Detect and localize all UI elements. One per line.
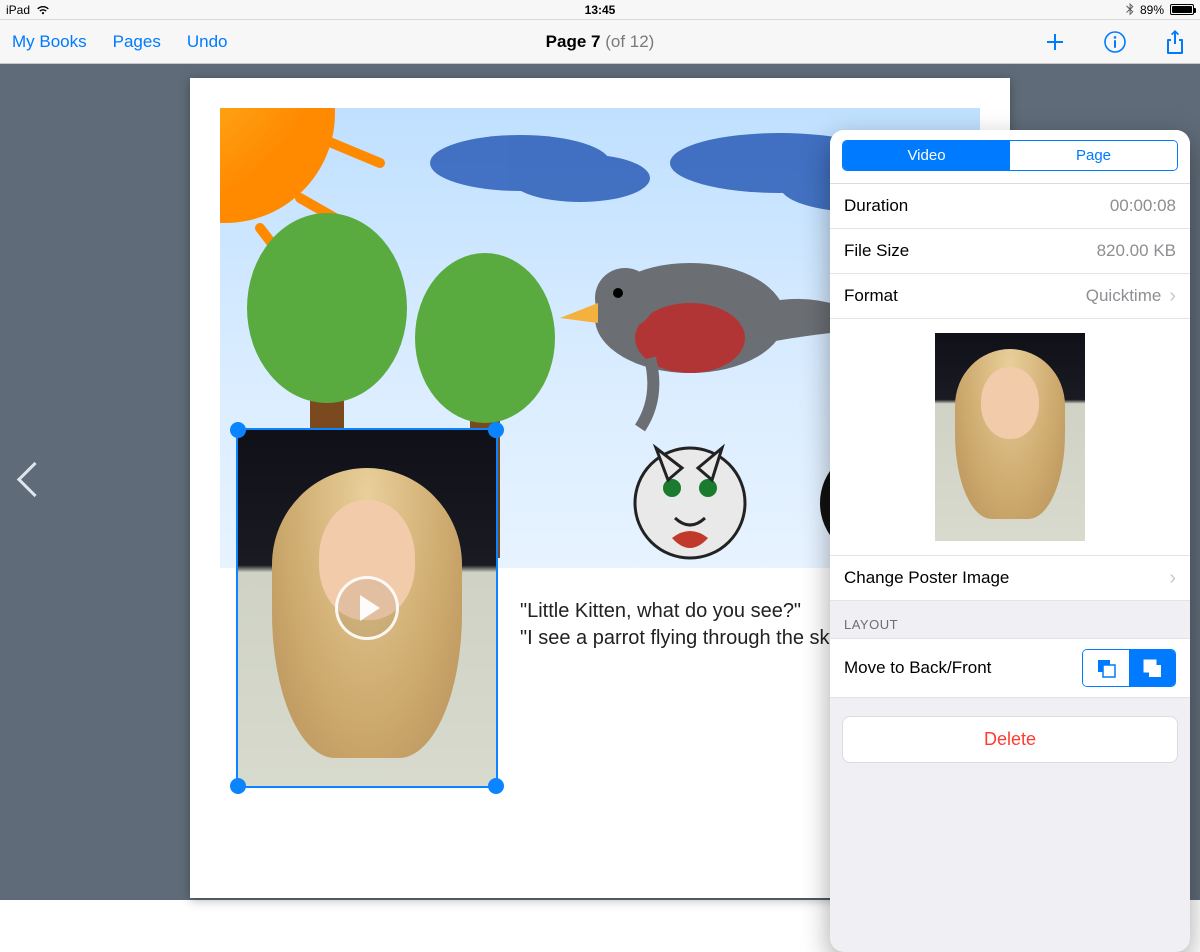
tab-video[interactable]: Video [843,141,1010,170]
editor-canvas[interactable]: "Little Kitten, what do you see?" "I see… [0,64,1200,900]
resize-handle-bl[interactable] [230,778,246,794]
row-format[interactable]: Format Quicktime › [830,274,1190,319]
status-bar: iPad 13:45 89% [0,0,1200,20]
pages-button[interactable]: Pages [113,32,161,52]
duration-value: 00:00:08 [1110,196,1176,216]
play-icon[interactable] [335,576,399,640]
selected-video[interactable] [236,428,498,788]
row-move-order: Move to Back/Front [830,638,1190,698]
page-title: Page 7 (of 12) [546,32,655,52]
poster-preview [830,319,1190,556]
row-duration: Duration 00:00:08 [830,184,1190,229]
bluetooth-icon [1126,3,1134,16]
wifi-icon [36,5,50,15]
add-button[interactable] [1042,29,1068,55]
inspector-tabs: Video Page [842,140,1178,171]
filesize-value: 820.00 KB [1097,241,1176,261]
change-poster-button[interactable]: Change Poster Image › [830,556,1190,601]
format-label: Format [844,286,898,306]
resize-handle-tr[interactable] [488,422,504,438]
chevron-right-icon: › [1169,286,1176,306]
order-toggle [1082,649,1176,687]
duration-label: Duration [844,196,908,216]
tab-page[interactable]: Page [1010,141,1177,170]
move-to-front-button[interactable] [1129,650,1175,686]
clock: 13:45 [585,3,616,17]
layout-section-header: LAYOUT [830,601,1190,638]
battery-percent: 89% [1140,3,1164,17]
inspector-popover: Video Page Duration 00:00:08 File Size 8… [830,130,1190,952]
undo-button[interactable]: Undo [187,32,228,52]
my-books-button[interactable]: My Books [12,32,87,52]
row-filesize: File Size 820.00 KB [830,229,1190,274]
share-button[interactable] [1162,29,1188,55]
filesize-label: File Size [844,241,909,261]
previous-page-button[interactable] [14,457,44,507]
delete-button[interactable]: Delete [842,716,1178,763]
format-value: Quicktime [1086,286,1162,306]
app-toolbar: My Books Pages Undo Page 7 (of 12) [0,20,1200,64]
resize-handle-tl[interactable] [230,422,246,438]
device-label: iPad [6,3,30,17]
move-order-label: Move to Back/Front [844,658,991,678]
popover-arrow [1074,130,1096,131]
move-to-back-button[interactable] [1083,650,1129,686]
resize-handle-br[interactable] [488,778,504,794]
battery-icon [1170,4,1194,15]
info-button[interactable] [1102,29,1128,55]
chevron-right-icon: › [1169,568,1176,588]
